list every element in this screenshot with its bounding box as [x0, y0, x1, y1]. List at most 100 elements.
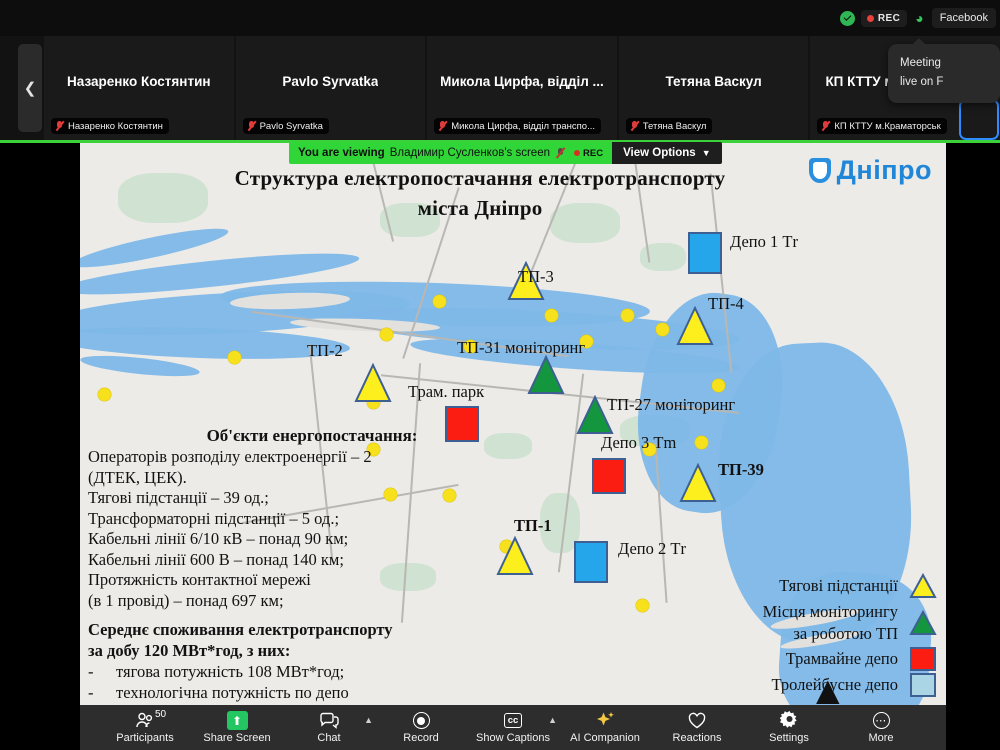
info-line: Кабельні лінії 600 В – понад 140 км;: [88, 550, 508, 571]
share-screen-icon: ⬆: [227, 711, 248, 730]
mic-muted-icon: [630, 120, 639, 132]
participant-name: Тетяна Васкул: [665, 74, 761, 103]
self-view-tile[interactable]: [959, 99, 999, 140]
map-dot: [433, 295, 446, 308]
legend-label-group: Місця моніторингу за роботою ТП: [763, 601, 898, 645]
toolbar-share-screen-button[interactable]: ⬆ Share Screen: [191, 711, 283, 744]
filmstrip-prev-button[interactable]: ❮: [18, 44, 42, 132]
shield-icon: [809, 158, 831, 183]
map-label-depot-1: Депо 1 Тr: [730, 232, 798, 252]
map-label-depot-3: Депо 3 Тm: [601, 433, 676, 453]
toolbar-label: Show Captions: [476, 732, 550, 744]
mic-muted-icon: [821, 120, 830, 132]
toolbar-record-button[interactable]: Record: [375, 711, 467, 744]
map-marker-tp-39[interactable]: [678, 463, 718, 508]
closed-caption-icon: cc: [504, 711, 523, 730]
legend-label: Тягові підстанції: [779, 576, 898, 596]
toolbar-reactions-button[interactable]: Reactions: [651, 711, 743, 744]
participant-badge-label: Pavlo Syrvatka: [260, 121, 323, 132]
record-dot-icon: [867, 15, 874, 22]
toolbar-label: AI Companion: [570, 732, 640, 744]
participants-count: 50: [155, 709, 166, 720]
info-line: Кабельні лінії 6/10 кВ – понад 90 км;: [88, 529, 508, 550]
map-label-tp-4: ТП-4: [708, 294, 744, 314]
map-dot: [98, 388, 111, 401]
map-label-tp-1: ТП-1: [514, 516, 552, 536]
map-marker-depot-2[interactable]: [574, 541, 608, 583]
map-label-tram-park: Трам. парк: [408, 382, 484, 402]
toolbar-participants-button[interactable]: 50 Participants: [99, 711, 191, 744]
participant-tile[interactable]: Микола Цирфа, відділ ... Микола Цирфа, в…: [425, 36, 617, 140]
mic-muted-icon: [438, 120, 447, 132]
chat-icon: [319, 711, 339, 730]
map-marker-depot-1[interactable]: [688, 232, 722, 274]
participant-name-badge: Тетяна Васкул: [626, 118, 713, 134]
map-dot: [712, 379, 725, 392]
livestream-tooltip: Meeting live on F: [888, 44, 1000, 103]
ellipsis-icon: ⋯: [873, 711, 890, 730]
mic-muted-icon: [55, 120, 64, 132]
legend-label: Трамвайне депо: [786, 649, 898, 669]
info-bullet: -тягова потужність 108 МВт*год;: [88, 661, 508, 682]
bullet-text: технологічна потужність по депо: [116, 683, 349, 702]
page-title: Структура електропостачання електротранс…: [130, 163, 830, 223]
recording-indicator[interactable]: REC: [861, 10, 907, 27]
toolbar-settings-button[interactable]: Settings: [743, 711, 835, 744]
view-options-label: View Options: [623, 147, 696, 159]
dnipro-logo-text: Дніпро: [837, 155, 932, 186]
map-marker-tp-31[interactable]: [526, 355, 566, 400]
toolbar-more-button[interactable]: ⋯ More: [835, 711, 927, 744]
map-dot: [545, 309, 558, 322]
info-heading: Об'єкти енергопостачання:: [88, 426, 508, 446]
map-label-tp-3: ТП-3: [518, 267, 554, 287]
dnipro-logo: Дніпро: [809, 155, 932, 186]
info-line: Протяжність контактної мережі: [88, 570, 508, 591]
view-options-button[interactable]: View Options ▼: [612, 142, 722, 164]
chevron-up-icon[interactable]: ▲: [548, 715, 557, 725]
map-dot: [228, 351, 241, 364]
broadcast-icon: ◕: [913, 11, 925, 25]
chevron-up-icon[interactable]: ▲: [364, 715, 373, 725]
tooltip-line-1: Meeting: [900, 54, 990, 73]
participant-tile[interactable]: Pavlo Syrvatka Pavlo Syrvatka: [234, 36, 426, 140]
info-line: Операторів розподілу електроенергії – 2: [88, 447, 508, 468]
banner-recording-indicator: REC: [574, 148, 603, 159]
toolbar-chat-button[interactable]: ▲ Chat: [283, 711, 375, 744]
toolbar-label: Participants: [116, 732, 173, 744]
legend-row-tram-depot: Трамвайне депо: [763, 647, 938, 671]
legend-row-monitoring-points: Місця моніторингу за роботою ТП: [763, 601, 938, 645]
map-label-tp-31: ТП-31 моніторинг: [457, 338, 585, 358]
info-line: Трансформаторні підстанції – 5 од.;: [88, 509, 508, 530]
meeting-toolbar: 50 Participants ⬆ Share Screen ▲ Chat Re…: [80, 705, 946, 750]
participant-tile[interactable]: Тетяна Васкул Тетяна Васкул: [617, 36, 809, 140]
triangle-yellow-icon: [678, 463, 718, 503]
rec-label: REC: [878, 13, 900, 24]
bullet-text: тягова потужність 108 МВт*год;: [116, 662, 344, 681]
viewing-indicator: You are viewing Владимир Сусленков's scr…: [289, 142, 612, 164]
shield-check-icon: [840, 11, 855, 26]
map-label-tp-2: ТП-2: [307, 341, 343, 361]
toolbar-captions-button[interactable]: cc ▲ Show Captions: [467, 711, 559, 744]
screen-share-banner: You are viewing Владимир Сусленков's scr…: [289, 142, 722, 164]
map-label-tp-27: ТП-27 моніторинг: [607, 395, 735, 415]
square-light-blue-icon: [908, 673, 938, 697]
info-line: (ДТЕК, ЦЕК).: [88, 468, 508, 489]
map-marker-depot-3[interactable]: [592, 458, 626, 494]
toolbar-ai-companion-button[interactable]: AI Companion: [559, 711, 651, 744]
participant-filmstrip: ❮ Назаренко Костянтин Назаренко Костянти…: [0, 36, 1000, 140]
legend-label-line-1: Місця моніторингу: [763, 601, 898, 623]
toolbar-label: Reactions: [673, 732, 722, 744]
participant-badge-label: Назаренко Костянтин: [68, 121, 163, 132]
participant-tile[interactable]: Назаренко Костянтин Назаренко Костянтин: [42, 36, 234, 140]
facebook-live-chip[interactable]: Facebook: [932, 8, 996, 28]
toolbar-label: Share Screen: [203, 732, 270, 744]
bullet-dash: -: [88, 682, 116, 703]
toolbar-label: Record: [403, 732, 438, 744]
map-dot: [380, 328, 393, 341]
map-marker-tp-2[interactable]: [353, 363, 393, 408]
info-subheading-line-1: Середнє споживання електротранспорту: [88, 620, 508, 641]
participant-name-badge: Микола Цирфа, відділ транспо...: [434, 118, 601, 134]
legend-label-line-2: за роботою ТП: [763, 623, 898, 645]
toolbar-label: More: [868, 732, 893, 744]
participant-badge-label: Микола Цирфа, відділ транспо...: [451, 121, 595, 132]
